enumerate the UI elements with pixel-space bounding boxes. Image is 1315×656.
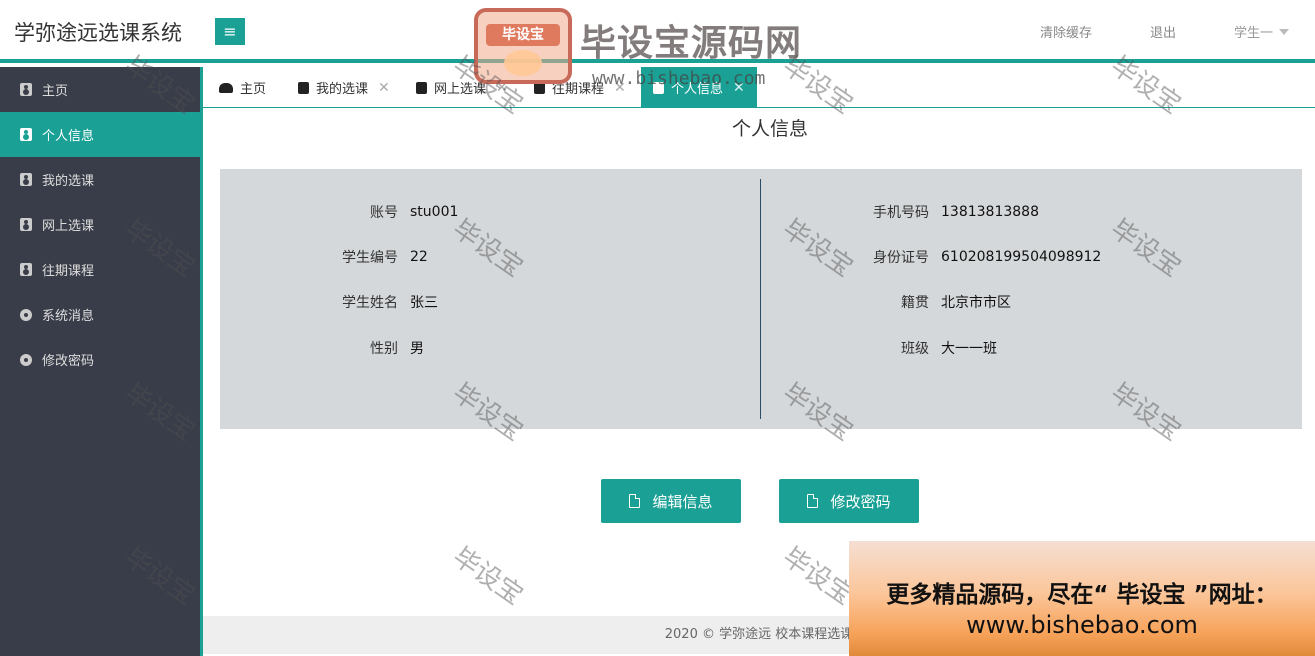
caret-down-icon <box>1279 28 1289 35</box>
info-panel: 账号 stu001 学生编号 22 学生姓名 张三 性别男 手机号码 138138138… <box>220 169 1302 429</box>
info-label: 学生编号 <box>342 250 398 266</box>
sidebar-item-system-messages[interactable]: 系统消息 <box>0 292 200 337</box>
document-icon <box>807 494 819 508</box>
sidebar-item-label: 个人信息 <box>42 129 95 144</box>
logo-main-text: 毕设宝源码网 <box>580 23 803 64</box>
info-value: 13813813888 <box>941 204 1039 220</box>
info-row-student-id: 学生编号 22 <box>310 247 428 267</box>
brand-logo-watermark: 毕设宝 毕设宝源码网 www.bishebao.com <box>474 8 864 92</box>
sidebar-item-online-selection[interactable]: 网上选课 <box>0 202 200 247</box>
sidebar-item-label: 主页 <box>42 84 69 99</box>
page-title: 个人信息 <box>731 118 808 140</box>
button-label: 修改密码 <box>830 492 891 511</box>
info-label: 账号 <box>370 205 398 221</box>
change-password-button[interactable]: 修改密码 <box>779 479 919 523</box>
clear-cache-link[interactable]: 清除缓存 <box>1040 22 1092 41</box>
user-card-icon <box>416 81 427 94</box>
app-title: 学弥途远选课系统 <box>14 21 182 45</box>
edit-info-button[interactable]: 编辑信息 <box>601 479 741 523</box>
close-icon[interactable]: ✕ <box>378 80 390 96</box>
logo-badge: 毕设宝 <box>474 8 572 84</box>
user-card-icon <box>298 81 309 94</box>
info-label: 学生姓名 <box>342 295 398 311</box>
document-icon <box>629 494 641 508</box>
info-row-class: 班级 大一一班 <box>841 338 997 358</box>
logout-link[interactable]: 退出 <box>1150 22 1176 41</box>
logo-badge-text: 毕设宝 <box>486 24 560 46</box>
info-label: 性别 <box>370 341 398 357</box>
menu-toggle-button[interactable]: ≡ <box>215 18 245 45</box>
info-row-hometown: 籍贯 北京市市区 <box>841 292 1011 312</box>
info-value: 张三 <box>410 295 438 311</box>
user-card-icon <box>20 173 32 186</box>
info-row-phone: 手机号码 13813813888 <box>841 202 1039 222</box>
info-label: 籍贯 <box>901 295 929 311</box>
sidebar-item-label: 网上选课 <box>42 219 95 234</box>
info-row-gender: 性别男 <box>310 338 424 358</box>
sidebar: 主页 个人信息 我的选课 网上选课 往期课程 系统消息 修改密码 <box>0 67 200 656</box>
sidebar-item-change-password[interactable]: 修改密码 <box>0 337 200 382</box>
tab-my-courses[interactable]: 我的选课 ✕ <box>298 67 390 108</box>
user-menu[interactable]: 学生一 <box>1234 22 1289 41</box>
sidebar-item-label: 修改密码 <box>42 354 95 369</box>
info-label: 班级 <box>901 341 929 357</box>
tab-label: 主页 <box>240 82 267 97</box>
circle-dot-icon <box>20 308 32 321</box>
info-divider <box>760 179 761 419</box>
info-row-id-card: 身份证号 610208199504098912 <box>841 247 1101 267</box>
info-label: 手机号码 <box>873 205 929 221</box>
logo-url-text: www.bishebao.com <box>592 68 766 89</box>
info-value: 北京市市区 <box>941 295 1011 311</box>
dashboard-icon <box>219 82 233 93</box>
info-label: 身份证号 <box>873 250 929 266</box>
info-row-student-name: 学生姓名 张三 <box>310 292 438 312</box>
sidebar-item-my-courses[interactable]: 我的选课 <box>0 157 200 202</box>
circle-dot-icon <box>20 353 32 366</box>
info-value: 大一一班 <box>941 341 997 357</box>
info-row-account: 账号 stu001 <box>310 202 458 222</box>
info-value: 610208199504098912 <box>941 249 1102 265</box>
info-value: 22 <box>410 249 428 265</box>
promo-banner: 更多精品源码，尽在“ 毕设宝 ”网址： www.bishebao.com <box>849 541 1315 656</box>
button-label: 编辑信息 <box>652 492 713 511</box>
promo-url[interactable]: www.bishebao.com <box>849 611 1315 639</box>
logo-mascot-icon <box>504 50 542 76</box>
tab-label: 我的选课 <box>316 82 369 97</box>
sidebar-item-home[interactable]: 主页 <box>0 67 200 112</box>
sidebar-item-past-courses[interactable]: 往期课程 <box>0 247 200 292</box>
user-card-icon <box>20 263 32 276</box>
promo-text: 更多精品源码，尽在“ 毕设宝 ”网址： <box>886 582 1278 608</box>
user-card-icon <box>20 83 32 96</box>
header-actions: 清除缓存 退出 学生一 <box>1040 0 1315 63</box>
hamburger-icon: ≡ <box>223 22 237 41</box>
user-card-icon <box>20 128 32 141</box>
info-value: stu001 <box>410 204 459 220</box>
sidebar-item-label: 系统消息 <box>42 309 95 324</box>
user-card-icon <box>20 218 32 231</box>
tab-home[interactable]: 主页 <box>219 67 266 108</box>
sidebar-item-label: 我的选课 <box>42 174 95 189</box>
sidebar-item-profile[interactable]: 个人信息 <box>0 112 200 157</box>
info-value: 男 <box>410 341 424 357</box>
sidebar-item-label: 往期课程 <box>42 264 95 279</box>
user-name: 学生一 <box>1233 26 1273 41</box>
